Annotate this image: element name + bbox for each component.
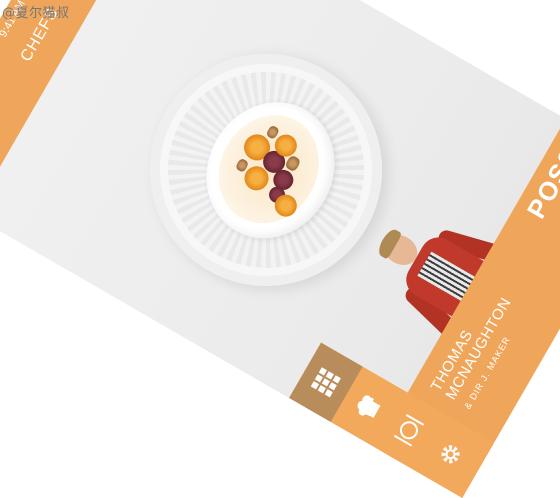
watermark: @夏尔猫叔	[2, 6, 70, 21]
cutlery-icon	[393, 414, 425, 447]
grid-icon	[310, 367, 341, 398]
chef-hat-icon	[357, 395, 381, 418]
app-screen: 9:41 AM ✱▮ CHEFS POSSET THOMAS MCNAUGHTO…	[0, 0, 560, 498]
gear-icon	[441, 445, 460, 464]
